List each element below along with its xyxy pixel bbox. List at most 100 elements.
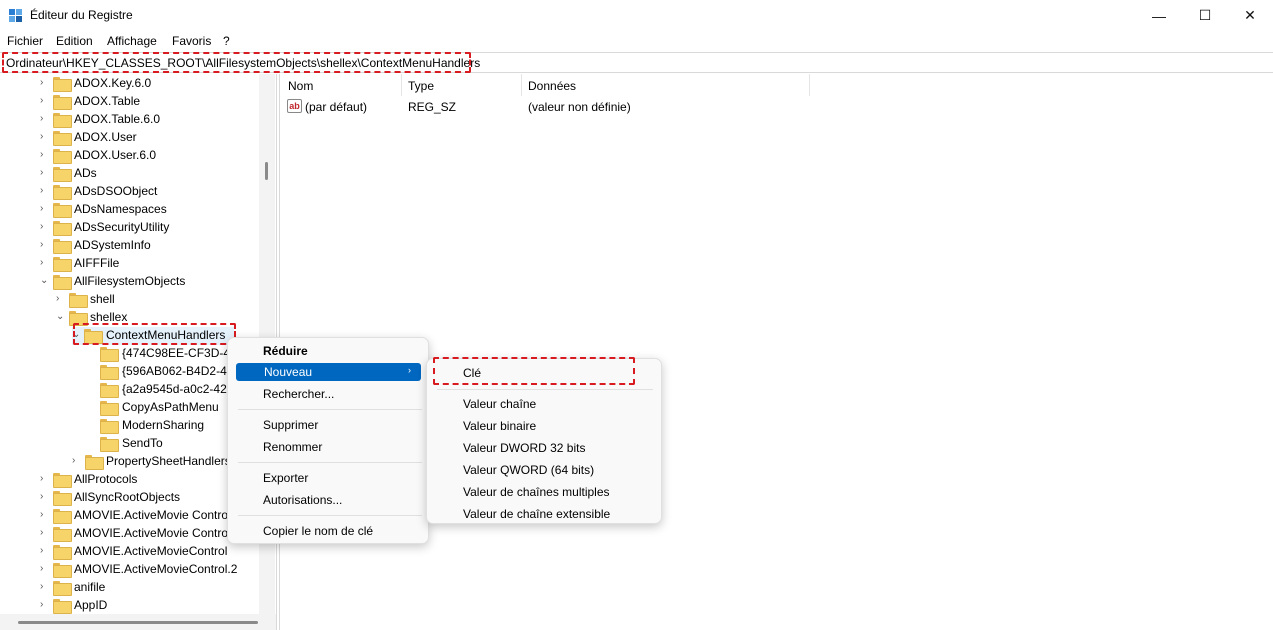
tree-item[interactable]: › AllProtocols [0, 471, 259, 489]
tree-item[interactable]: › AMOVIE.ActiveMovie Control [0, 507, 259, 525]
scroll-thumb[interactable] [265, 162, 268, 180]
folder-icon [53, 149, 72, 164]
folder-icon [53, 257, 72, 272]
tree-item[interactable]: › AppID [0, 597, 259, 615]
collapse-chevron-icon[interactable]: ⌄ [40, 275, 50, 287]
expand-chevron-icon[interactable]: › [40, 185, 50, 197]
menu-item-permissions[interactable]: Autorisations... [263, 491, 342, 509]
expand-chevron-icon[interactable]: › [40, 131, 50, 143]
tree-item[interactable]: {474C98EE-CF3D-41 [0, 345, 259, 363]
expand-chevron-icon[interactable]: › [40, 77, 50, 89]
submenu-item-string-value[interactable]: Valeur chaîne [463, 395, 536, 413]
menu-affichage[interactable]: Affichage [107, 34, 157, 48]
submenu-item-dword-value[interactable]: Valeur DWORD 32 bits [463, 439, 585, 457]
column-divider[interactable] [809, 74, 810, 96]
tree-item[interactable]: › AllSyncRootObjects [0, 489, 259, 507]
column-divider[interactable] [521, 74, 522, 96]
menu-item-delete[interactable]: Supprimer [263, 416, 318, 434]
submenu-item-expandable-string-value[interactable]: Valeur de chaîne extensible [463, 505, 610, 523]
tree-item[interactable]: {596AB062-B4D2-42 [0, 363, 259, 381]
tree-item[interactable]: › ADOX.Key.6.0 [0, 75, 259, 93]
tree-item[interactable]: › PropertySheetHandlers [0, 453, 259, 471]
tree-item[interactable]: › anifile [0, 579, 259, 597]
tree-item[interactable]: › ADOX.User [0, 129, 259, 147]
tree-horizontal-scrollbar[interactable] [0, 614, 276, 630]
expand-chevron-icon[interactable]: › [40, 239, 50, 251]
scroll-thumb[interactable] [18, 621, 258, 624]
menu-favoris[interactable]: Favoris [172, 34, 211, 48]
expand-chevron-icon[interactable]: › [40, 599, 50, 611]
tree-item[interactable]: › ADsDSOObject [0, 183, 259, 201]
tree-item[interactable]: › ADOX.User.6.0 [0, 147, 259, 165]
tree-highlight-annotation [73, 323, 236, 345]
tree-item[interactable]: ⌄ AllFilesystemObjects [0, 273, 259, 291]
tree-item-label: anifile [74, 580, 106, 594]
expand-chevron-icon[interactable]: › [40, 563, 50, 575]
expand-chevron-icon[interactable]: › [40, 581, 50, 593]
menu-item-new-label: Nouveau [264, 365, 313, 379]
expand-chevron-icon[interactable]: › [40, 491, 50, 503]
menu-item-find[interactable]: Rechercher... [263, 385, 334, 403]
tree-item-label: AllFilesystemObjects [74, 274, 186, 288]
tree-item[interactable]: › ADSystemInfo [0, 237, 259, 255]
tree-item[interactable]: › ADs [0, 165, 259, 183]
tree-item-label: shellex [90, 310, 128, 324]
collapse-chevron-icon[interactable]: ⌄ [56, 311, 66, 323]
registry-editor-icon [9, 9, 22, 22]
minimize-button[interactable]: — [1136, 0, 1182, 31]
submenu-item-binary-value[interactable]: Valeur binaire [463, 417, 536, 435]
close-button[interactable]: ✕ [1227, 0, 1273, 31]
tree-item-label: AMOVIE.ActiveMovie Control [74, 508, 231, 522]
expand-chevron-icon[interactable]: › [40, 203, 50, 215]
expand-chevron-icon[interactable]: › [72, 455, 82, 467]
expand-chevron-icon[interactable]: › [40, 221, 50, 233]
expand-chevron-icon[interactable]: › [40, 113, 50, 125]
submenu-item-qword-value[interactable]: Valeur QWORD (64 bits) [463, 461, 594, 479]
menu-item-collapse[interactable]: Réduire [263, 342, 308, 360]
expand-chevron-icon[interactable]: › [40, 509, 50, 521]
submenu-arrow-icon: › [408, 365, 411, 375]
tree-item-label: CopyAsPathMenu [122, 400, 219, 414]
menu-item-rename[interactable]: Renommer [263, 438, 322, 456]
menu-help[interactable]: ? [223, 34, 230, 48]
tree-item[interactable]: ModernSharing [0, 417, 259, 435]
tree-item[interactable]: › AMOVIE.ActiveMovieControl.2 [0, 561, 259, 579]
tree-item[interactable]: › shell [0, 291, 259, 309]
column-header-name[interactable]: Nom [288, 74, 313, 96]
tree-item[interactable]: › ADOX.Table [0, 93, 259, 111]
tree-item[interactable]: › ADOX.Table.6.0 [0, 111, 259, 129]
folder-icon [53, 77, 72, 92]
expand-chevron-icon[interactable]: › [40, 149, 50, 161]
tree-item[interactable]: SendTo [0, 435, 259, 453]
expand-chevron-icon[interactable]: › [40, 167, 50, 179]
column-header-data[interactable]: Données [528, 74, 576, 96]
menu-edition[interactable]: Edition [56, 34, 93, 48]
expand-chevron-icon[interactable]: › [40, 257, 50, 269]
tree-item-label: AMOVIE.ActiveMovieControl [74, 544, 228, 558]
value-name[interactable]: (par défaut) [305, 100, 367, 114]
tree-item[interactable]: › AMOVIE.ActiveMovie Control.2 [0, 525, 259, 543]
menu-fichier[interactable]: Fichier [7, 34, 43, 48]
tree-item[interactable]: › AIFFFile [0, 255, 259, 273]
tree-item-label: ADOX.User [74, 130, 137, 144]
menu-item-new[interactable]: Nouveau › [236, 363, 421, 381]
tree-item-label: ADOX.User.6.0 [74, 148, 157, 162]
expand-chevron-icon[interactable]: › [40, 95, 50, 107]
tree-item[interactable]: {a2a9545d-a0c2-42b [0, 381, 259, 399]
submenu-item-multi-string-value[interactable]: Valeur de chaînes multiples [463, 483, 610, 501]
expand-chevron-icon[interactable]: › [40, 473, 50, 485]
expand-chevron-icon[interactable]: › [40, 527, 50, 539]
maximize-button[interactable]: ☐ [1182, 0, 1228, 31]
tree-item[interactable]: CopyAsPathMenu [0, 399, 259, 417]
column-header-type[interactable]: Type [408, 74, 434, 96]
menu-item-export[interactable]: Exporter [263, 469, 308, 487]
tree-item[interactable]: › AMOVIE.ActiveMovieControl [0, 543, 259, 561]
tree-item[interactable]: › ADsNamespaces [0, 201, 259, 219]
folder-icon [53, 113, 72, 128]
column-divider[interactable] [401, 74, 402, 96]
tree-item[interactable]: › ADsSecurityUtility [0, 219, 259, 237]
expand-chevron-icon[interactable]: › [56, 293, 66, 305]
folder-icon [100, 383, 119, 398]
expand-chevron-icon[interactable]: › [40, 545, 50, 557]
menu-item-copy-key-name[interactable]: Copier le nom de clé [263, 522, 373, 540]
